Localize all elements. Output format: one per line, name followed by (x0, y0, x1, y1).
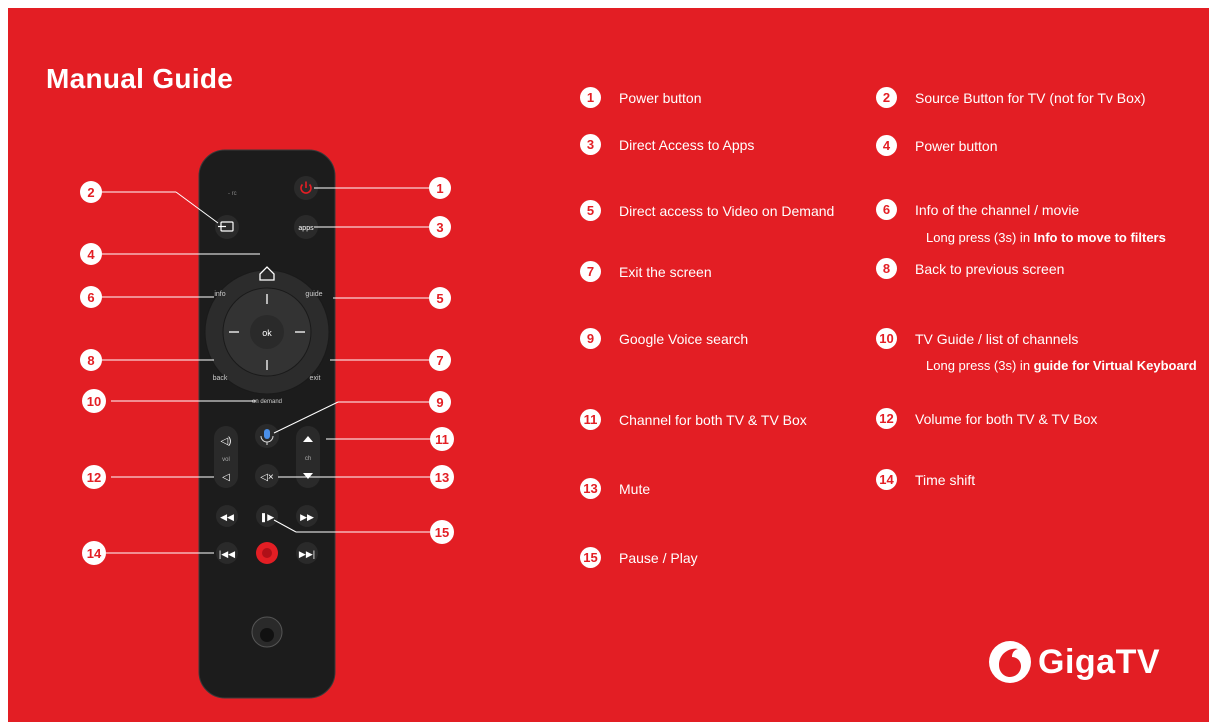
item-number: 3 (580, 134, 601, 155)
item-label: Power button (619, 89, 702, 106)
item-number: 12 (876, 408, 897, 429)
legend-item: 7 Exit the screen (580, 261, 712, 282)
item-label: Back to previous screen (915, 260, 1065, 277)
remote-illustration: - rc apps ok info guide back exit on dem… (80, 149, 454, 699)
item-label: Pause / Play (619, 549, 698, 566)
legend-item: 3 Direct Access to Apps (580, 134, 754, 155)
item-number: 2 (876, 87, 897, 108)
info-label: info (214, 291, 225, 298)
legend-item: 14 Time shift (876, 469, 975, 490)
item-label: Power button (915, 137, 998, 154)
svg-text:12: 12 (87, 470, 101, 485)
item-number: 5 (580, 200, 601, 221)
svg-text:10: 10 (87, 394, 101, 409)
item-label: Mute (619, 480, 651, 497)
svg-text:13: 13 (435, 470, 449, 485)
item-number: 10 (876, 328, 897, 349)
previous-icon: |◀◀ (219, 549, 235, 559)
item-number: 14 (876, 469, 897, 490)
svg-text:15: 15 (435, 525, 449, 540)
item-label: Channel for both TV & TV Box (619, 411, 807, 428)
legend-item: 2 Source Button for TV (not for Tv Box) (876, 87, 1146, 108)
manual-guide-slide: Manual Guide - rc apps ok info guide bac… (8, 8, 1209, 722)
svg-text:1: 1 (436, 181, 443, 196)
legend-item: 13 Mute (580, 478, 650, 499)
legend-item: 11 Channel for both TV & TV Box (580, 409, 807, 430)
item-number: 1 (580, 87, 601, 108)
gigatv-logo: GigaTV (988, 640, 1160, 684)
item-number: 11 (580, 409, 601, 430)
svg-text:2: 2 (87, 185, 94, 200)
legend-item: 9 Google Voice search (580, 328, 748, 349)
legend-item: 10 TV Guide / list of channels (876, 328, 1078, 349)
mute-icon: ◁× (260, 472, 274, 483)
legend-item: 4 Power button (876, 135, 998, 156)
item-label: Exit the screen (619, 263, 712, 280)
on-demand-label: on demand (252, 399, 282, 405)
item-number: 13 (580, 478, 601, 499)
svg-text:5: 5 (436, 291, 443, 306)
item-number: 8 (876, 258, 897, 279)
svg-text:14: 14 (87, 546, 102, 561)
item-label: Info of the channel / movie (915, 201, 1080, 218)
vol-up-icon: ◁) (220, 436, 231, 447)
item-label: Volume for both TV & TV Box (915, 410, 1098, 427)
svg-text:11: 11 (435, 432, 449, 447)
logo-text: GigaTV (1038, 642, 1161, 681)
play-pause-icon: ❚▶ (260, 512, 275, 523)
svg-text:3: 3 (436, 220, 443, 235)
vodafone-icon (989, 641, 1031, 683)
svg-text:6: 6 (87, 290, 94, 305)
vol-down-icon: ◁ (222, 472, 230, 483)
item-label: Direct Access to Apps (619, 136, 755, 153)
next-icon: ▶▶| (299, 549, 315, 559)
fast-forward-icon: ▶▶ (300, 512, 314, 522)
svg-text:7: 7 (436, 353, 443, 368)
item-label: Google Voice search (619, 330, 749, 347)
ch-label: ch (305, 456, 311, 462)
info-long-press-note: Long press (3s) in Info to move to filte… (926, 230, 1166, 245)
item-number: 7 (580, 261, 601, 282)
rewind-icon: ◀◀ (220, 512, 234, 522)
back-label: back (213, 375, 228, 382)
item-label: TV Guide / list of channels (915, 330, 1079, 347)
legend-item: 5 Direct access to Video on Demand (580, 200, 834, 221)
vol-label: vol (222, 457, 230, 463)
item-number: 6 (876, 199, 897, 220)
item-number: 4 (876, 135, 897, 156)
guide-label: guide (305, 291, 322, 298)
legend-item: 6 Info of the channel / movie (876, 199, 1079, 220)
item-number: 9 (580, 328, 601, 349)
item-label: Source Button for TV (not for Tv Box) (915, 89, 1146, 106)
svg-text:4: 4 (87, 247, 95, 262)
guide-long-press-note: Long press (3s) in guide for Virtual Key… (926, 358, 1197, 373)
exit-label: exit (310, 375, 321, 382)
remote-led-text: - rc (228, 191, 237, 197)
ok-label: ok (262, 328, 272, 338)
legend-item: 8 Back to previous screen (876, 258, 1064, 279)
item-number: 15 (580, 547, 601, 568)
legend-item: 1 Power button (580, 87, 702, 108)
legend-item: 15 Pause / Play (580, 547, 698, 568)
legend-item: 12 Volume for both TV & TV Box (876, 408, 1097, 429)
apps-label: apps (298, 225, 314, 232)
item-label: Time shift (915, 471, 976, 488)
item-label: Direct access to Video on Demand (619, 202, 835, 219)
svg-text:9: 9 (436, 395, 443, 410)
svg-text:8: 8 (87, 353, 94, 368)
